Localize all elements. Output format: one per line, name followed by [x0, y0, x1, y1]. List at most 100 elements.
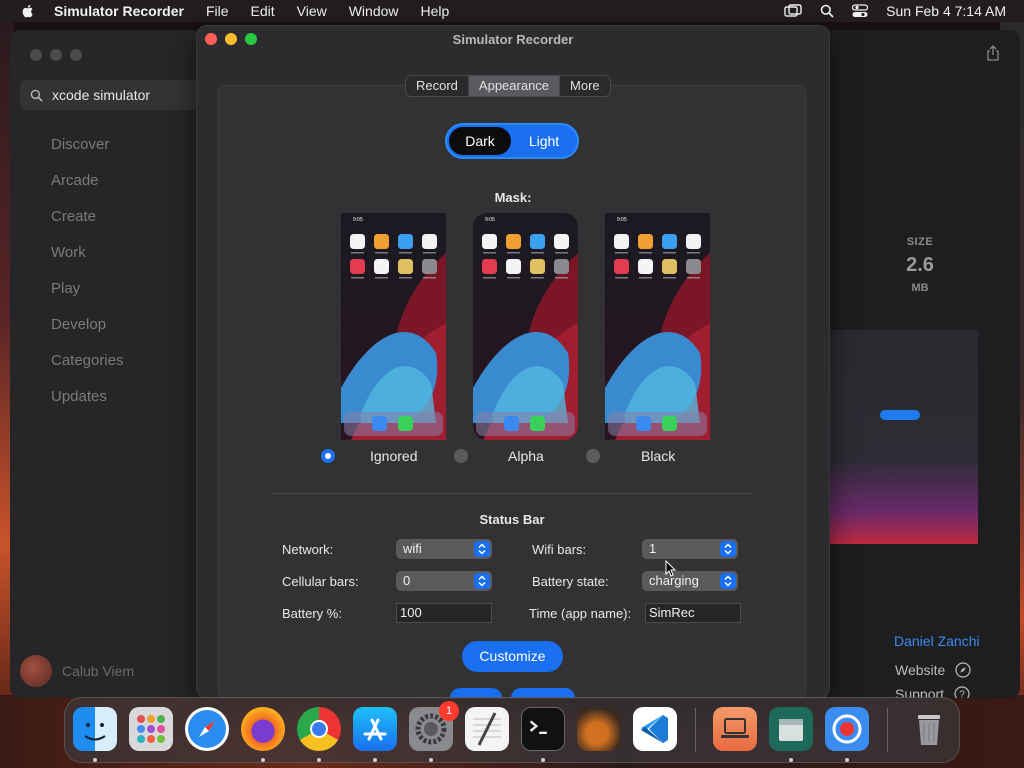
- safari-icon: [188, 710, 226, 748]
- dock-chrome[interactable]: [297, 707, 341, 751]
- sidebar-item-work[interactable]: Work: [51, 244, 86, 261]
- app-size-info: SIZE 2.6 MB: [888, 236, 952, 294]
- phone-screen: 9:05: [341, 213, 446, 440]
- dock-archive-utility[interactable]: [769, 707, 813, 751]
- store-search-input[interactable]: xcode simulator: [20, 80, 200, 110]
- mask-option-ignored: Ignored: [370, 448, 418, 464]
- svg-text:9:05: 9:05: [485, 217, 495, 223]
- dock-separator: [887, 708, 888, 752]
- zoom-button-inactive[interactable]: [70, 49, 82, 61]
- question-icon: ?: [954, 686, 970, 698]
- sidebar-item-develop[interactable]: Develop: [51, 316, 106, 333]
- running-indicator: [429, 758, 433, 762]
- sidebar-item-arcade[interactable]: Arcade: [51, 172, 99, 189]
- mask-preview-ignored[interactable]: 9:05: [341, 213, 446, 440]
- pencil-icon: [473, 712, 501, 746]
- theme-dark-option[interactable]: Dark: [449, 127, 511, 155]
- compass-icon: [955, 662, 971, 678]
- tab-appearance[interactable]: Appearance: [468, 76, 561, 96]
- finder-icon: [84, 723, 106, 741]
- window-title: Simulator Recorder: [452, 32, 574, 47]
- time-app-name-field[interactable]: SimRec: [645, 603, 741, 623]
- chevron-updown-icon: [474, 573, 490, 589]
- menu-file[interactable]: File: [206, 3, 229, 19]
- dock-recorder[interactable]: [825, 707, 869, 751]
- dock-app-store[interactable]: [353, 707, 397, 751]
- sidebar-item-play[interactable]: Play: [51, 280, 80, 297]
- battery-state-select[interactable]: charging: [642, 571, 738, 591]
- dock-firefox[interactable]: [241, 707, 285, 751]
- share-icon[interactable]: [986, 45, 1000, 61]
- sidebar-item-updates[interactable]: Updates: [51, 388, 107, 405]
- screen-mirroring-icon[interactable]: [784, 4, 802, 18]
- svg-text:9:05: 9:05: [617, 217, 627, 223]
- control-center-icon[interactable]: [852, 4, 869, 18]
- vscode-icon: [641, 715, 668, 743]
- close-button-inactive[interactable]: [30, 49, 42, 61]
- dock-simulator-recorder[interactable]: [713, 707, 757, 751]
- dock-trash[interactable]: [907, 707, 951, 751]
- theme-light-option[interactable]: Light: [513, 127, 575, 155]
- running-indicator: [373, 758, 377, 762]
- size-value: 2.6: [906, 254, 934, 276]
- website-link[interactable]: Website: [895, 662, 971, 678]
- sidebar-item-categories[interactable]: Categories: [51, 352, 124, 369]
- mask-radio-black[interactable]: [586, 449, 600, 463]
- dock-textedit[interactable]: [465, 707, 509, 751]
- apple-icon[interactable]: [20, 3, 36, 19]
- tab-record[interactable]: Record: [406, 76, 469, 96]
- customize-button[interactable]: Customize: [462, 641, 563, 672]
- launchpad-icon: [137, 715, 165, 743]
- notification-badge: 1: [439, 701, 459, 721]
- dock-vscode[interactable]: [633, 707, 677, 751]
- battery-percent-field[interactable]: 100: [396, 603, 492, 623]
- size-label: SIZE: [906, 236, 934, 248]
- sidebar-item-discover[interactable]: Discover: [51, 136, 109, 153]
- account-button[interactable]: Calub Viem: [20, 655, 134, 687]
- dock-launchpad[interactable]: [129, 707, 173, 751]
- window-titlebar[interactable]: Simulator Recorder: [197, 26, 829, 54]
- section-divider: [272, 493, 752, 494]
- menu-view[interactable]: View: [297, 3, 327, 19]
- developer-link[interactable]: Daniel Zanchi: [894, 633, 980, 649]
- theme-toggle[interactable]: Dark Light: [445, 123, 579, 159]
- wifi-bars-select[interactable]: 1: [642, 539, 738, 559]
- dock-separator: [695, 708, 696, 752]
- network-select[interactable]: wifi: [396, 539, 492, 559]
- search-icon[interactable]: [820, 4, 834, 18]
- mask-radio-ignored[interactable]: [321, 449, 335, 463]
- app-store-icon: [363, 718, 387, 741]
- tab-more[interactable]: More: [560, 76, 610, 96]
- dock: [64, 697, 960, 763]
- sidebar-item-create[interactable]: Create: [51, 208, 96, 225]
- record-icon: [832, 714, 862, 744]
- mask-preview-alpha[interactable]: 9:05: [473, 213, 578, 440]
- dock-safari[interactable]: [185, 707, 229, 751]
- dock-garageband[interactable]: [577, 707, 621, 751]
- search-icon: [30, 89, 43, 102]
- menu-app-name[interactable]: Simulator Recorder: [54, 3, 184, 19]
- mask-radio-alpha[interactable]: [454, 449, 468, 463]
- svg-text:9:05: 9:05: [353, 217, 363, 223]
- app-store-sidebar: xcode simulator Discover Arcade Create W…: [10, 30, 200, 698]
- wifi-bars-label: Wifi bars:: [532, 542, 587, 557]
- menu-window[interactable]: Window: [349, 3, 399, 19]
- app-screenshot-preview[interactable]: [828, 330, 978, 544]
- mask-option-alpha: Alpha: [508, 448, 544, 464]
- menu-edit[interactable]: Edit: [251, 3, 275, 19]
- menu-clock[interactable]: Sun Feb 4 7:14 AM: [886, 3, 1006, 19]
- mask-preview-black[interactable]: 9:05: [605, 213, 710, 440]
- battery-percent-label: Battery %:: [282, 606, 342, 621]
- chevron-updown-icon: [720, 573, 736, 589]
- menu-help[interactable]: Help: [421, 3, 450, 19]
- trash-icon: [918, 715, 940, 745]
- battery-state-label: Battery state:: [532, 574, 609, 589]
- simulator-recorder-window: Simulator Recorder Record Appearance Mor…: [197, 26, 829, 698]
- dock-finder[interactable]: [73, 707, 117, 751]
- dock-terminal[interactable]: [521, 707, 565, 751]
- mask-option-black: Black: [641, 448, 676, 464]
- cellular-bars-select[interactable]: 0: [396, 571, 492, 591]
- running-indicator: [541, 758, 545, 762]
- minimize-button-inactive[interactable]: [50, 49, 62, 61]
- terminal-icon: [529, 720, 547, 735]
